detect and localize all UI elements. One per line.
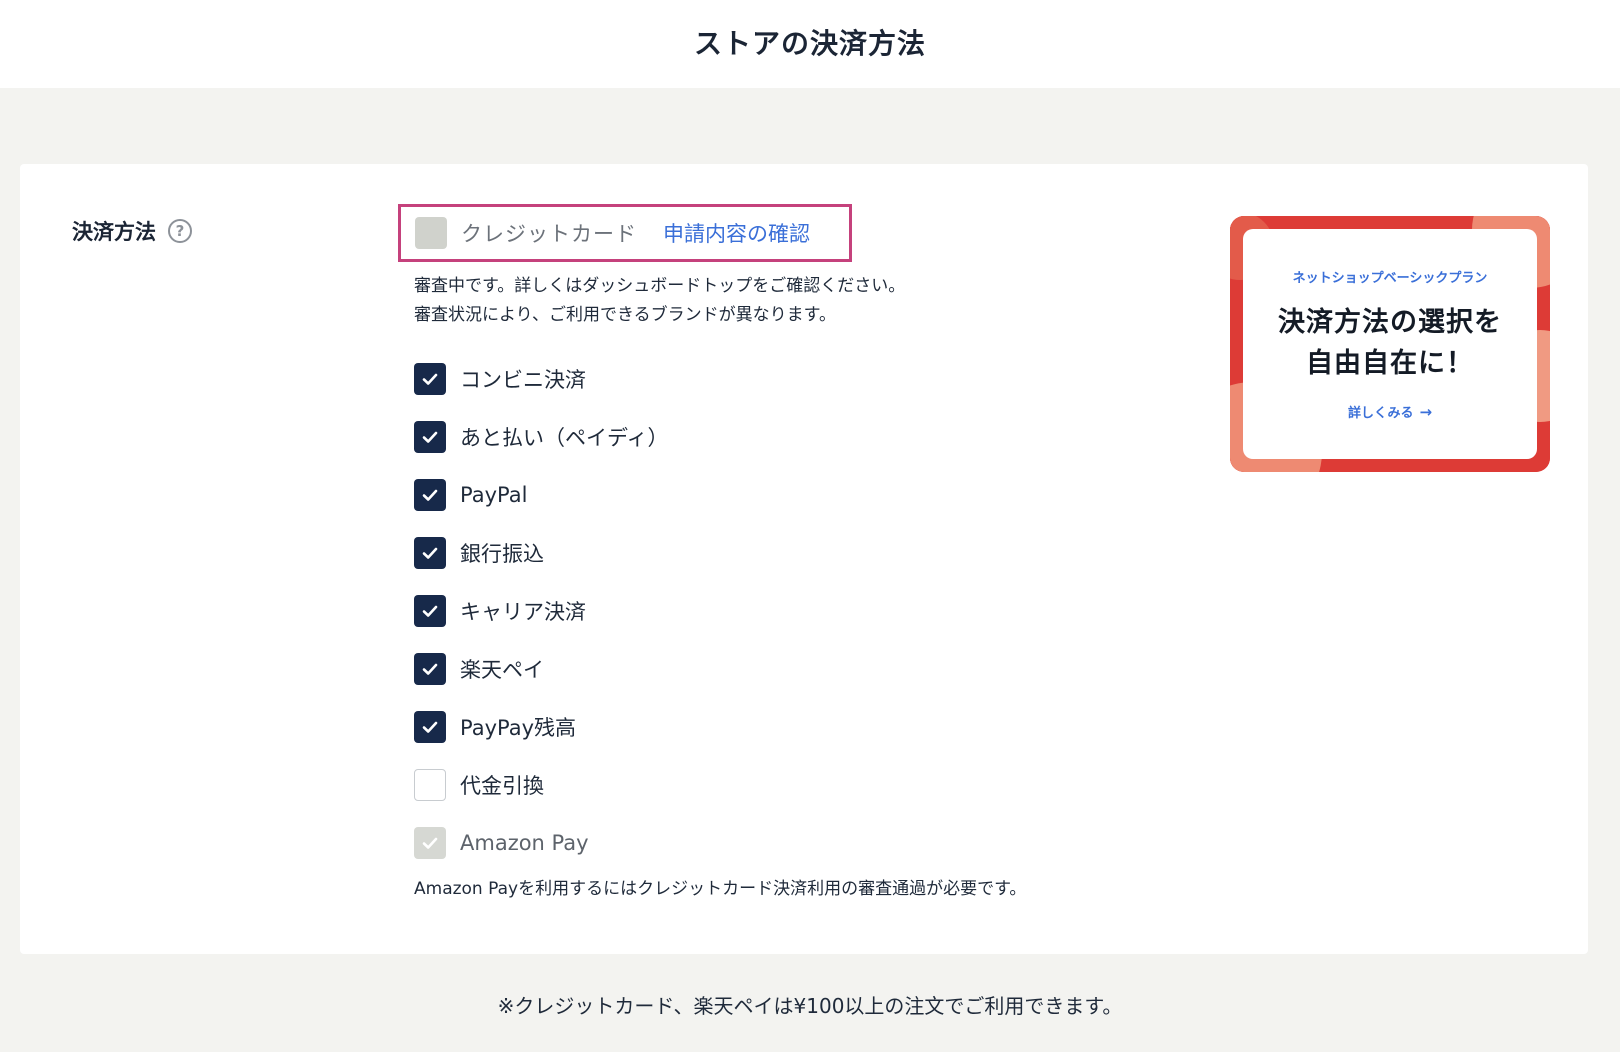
payment-method-checkbox[interactable] — [414, 769, 446, 801]
payment-method-label: Amazon Pay — [460, 831, 589, 855]
checkmark-icon — [422, 373, 438, 385]
payment-method-checkbox[interactable] — [414, 653, 446, 685]
payment-method-checkbox[interactable] — [414, 711, 446, 743]
payment-method-item[interactable]: 代金引換 — [414, 756, 669, 814]
plan-promo-banner[interactable]: ネットショップベーシックプラン 決済方法の選択を 自由自在に！ 詳しくみる → — [1230, 216, 1550, 472]
checkmark-icon — [422, 489, 438, 501]
payment-method-label: PayPay残高 — [460, 716, 577, 740]
payment-method-label: コンビニ決済 — [460, 368, 586, 392]
credit-card-checkbox[interactable] — [415, 217, 447, 249]
payment-method-label: キャリア決済 — [460, 600, 586, 624]
payment-method-checkbox[interactable] — [414, 421, 446, 453]
payment-method-label: PayPal — [460, 483, 528, 507]
checkmark-icon — [422, 547, 438, 559]
review-note-line: 審査中です。詳しくはダッシュボードトップをご確認ください。 — [414, 276, 906, 296]
payment-method-label: あと払い（ペイディ） — [460, 426, 669, 450]
payment-method-label: 銀行振込 — [460, 542, 544, 566]
section-label-text: 決済方法 — [72, 220, 156, 244]
promo-learn-more-link[interactable]: 詳しくみる → — [1347, 402, 1433, 422]
payment-method-checkbox[interactable] — [414, 479, 446, 511]
question-circle-icon[interactable]: ? — [168, 219, 192, 243]
payment-method-checkbox[interactable] — [414, 827, 446, 859]
payment-method-checkbox[interactable] — [414, 595, 446, 627]
payment-method-item[interactable]: PayPay残高 — [414, 698, 669, 756]
payment-method-item[interactable]: Amazon Pay — [414, 814, 669, 872]
payment-method-checkbox[interactable] — [414, 363, 446, 395]
payment-method-item[interactable]: キャリア決済 — [414, 582, 669, 640]
promo-plan-name: ネットショップベーシックプラン — [1292, 271, 1488, 286]
minimum-order-footnote: ※クレジットカード、楽天ペイは¥100以上の注文でご利用できます。 — [497, 994, 1123, 1018]
payment-method-label: 代金引換 — [460, 774, 544, 798]
page-title: ストアの決済方法 — [693, 27, 926, 60]
checkmark-icon — [422, 431, 438, 443]
payment-method-checkbox[interactable] — [414, 537, 446, 569]
promo-content: ネットショップベーシックプラン 決済方法の選択を 自由自在に！ 詳しくみる → — [1243, 229, 1537, 459]
section-label: 決済方法 ? — [72, 216, 192, 246]
payment-method-item[interactable]: PayPal — [414, 466, 669, 524]
arrow-right-icon: → — [1419, 402, 1433, 421]
payment-method-item[interactable]: コンビニ決済 — [414, 350, 669, 408]
promo-headline-line: 自由自在に！ — [1306, 348, 1474, 379]
checkmark-icon — [422, 663, 438, 675]
checkmark-icon — [422, 837, 438, 849]
checkmark-icon — [422, 721, 438, 733]
amazon-pay-note: Amazon Payを利用するにはクレジットカード決済利用の審査通過が必要です。 — [414, 879, 1027, 899]
page-header: ストアの決済方法 — [0, 0, 1620, 88]
review-notes: 審査中です。詳しくはダッシュボードトップをご確認ください。 審査状況により、ご利… — [414, 272, 905, 330]
payment-method-item[interactable]: あと払い（ペイディ） — [414, 408, 669, 466]
review-note-line: 審査状況により、ご利用できるブランドが異なります。 — [414, 305, 836, 325]
payment-settings-card: 決済方法 ? クレジットカード 申請内容の確認 審査中です。詳しくはダッシュボー… — [20, 164, 1588, 954]
review-application-link[interactable]: 申請内容の確認 — [663, 218, 810, 248]
promo-headline-line: 決済方法の選択を — [1278, 307, 1502, 338]
promo-cta-label: 詳しくみる — [1347, 406, 1414, 421]
promo-headline: 決済方法の選択を 自由自在に！ — [1278, 302, 1502, 384]
payment-method-item[interactable]: 銀行振込 — [414, 524, 669, 582]
payment-method-label: 楽天ペイ — [460, 658, 544, 682]
checkmark-icon — [422, 605, 438, 617]
credit-card-row: クレジットカード 申請内容の確認 — [398, 204, 852, 262]
credit-card-label: クレジットカード — [461, 222, 637, 246]
payment-method-item[interactable]: 楽天ペイ — [414, 640, 669, 698]
payment-method-list: コンビニ決済 あと払い（ペイディ） PayPal 銀行振込 キャリア決済 楽天ペ… — [414, 350, 669, 872]
